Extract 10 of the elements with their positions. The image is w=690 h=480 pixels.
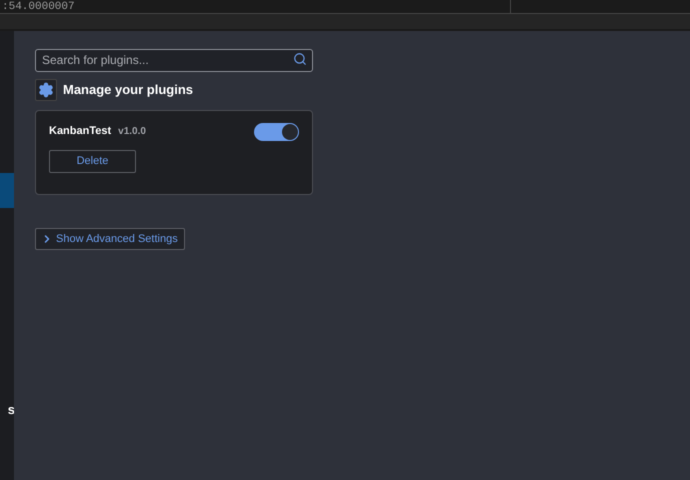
advanced-settings-button[interactable]: Show Advanced Settings	[35, 228, 185, 250]
timestamp-text: :54.0000007	[2, 0, 75, 12]
search-icon[interactable]	[293, 52, 307, 66]
search-field[interactable]: Search for plugins...	[35, 48, 313, 72]
settings-icon[interactable]	[35, 79, 57, 101]
delete-button[interactable]: Delete	[49, 150, 136, 173]
plugin-version: v1.0.0	[118, 125, 146, 139]
section-title: Manage your plugins	[63, 81, 194, 100]
plugin-name: KanbanTest	[49, 124, 112, 139]
toggle-switch[interactable]	[254, 123, 299, 141]
